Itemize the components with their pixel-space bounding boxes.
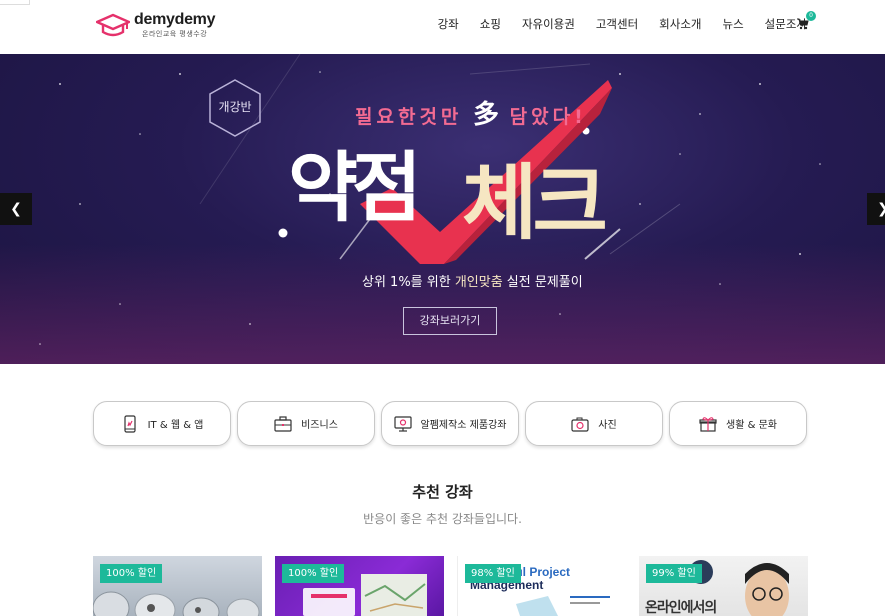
course-card-list: 100% 할인 100% 할인 98% 할인 ssful Project Man… bbox=[93, 556, 821, 616]
logo-subtitle: 온라인교육 평생수강 bbox=[142, 30, 208, 38]
chevron-left-icon: ❮ bbox=[10, 201, 22, 217]
nav-item-courses[interactable]: 강좌 bbox=[438, 16, 459, 32]
hero-title-a: 약점 bbox=[288, 143, 422, 232]
hero-prev-button[interactable]: ❮ bbox=[0, 193, 32, 225]
nav-item-about[interactable]: 회사소개 bbox=[659, 16, 701, 32]
nav-item-free-pass[interactable]: 자유이용권 bbox=[522, 16, 575, 32]
hero-subtitle-highlight: 개인맞춤 bbox=[454, 275, 503, 290]
nav-item-shopping[interactable]: 쇼핑 bbox=[480, 16, 501, 32]
corner-tab bbox=[0, 0, 30, 5]
category-photo[interactable]: 사진 bbox=[525, 401, 663, 446]
gift-icon bbox=[699, 416, 717, 432]
chevron-right-icon: ❯ bbox=[877, 201, 885, 217]
monitor-icon bbox=[393, 415, 412, 432]
hero-subtitle-b: 실전 문제풀이 bbox=[502, 275, 583, 290]
logo[interactable]: demydemy 온라인교육 평생수강 bbox=[96, 10, 216, 40]
discount-badge: 99% 할인 bbox=[646, 564, 702, 583]
category-label: 비즈니스 bbox=[301, 420, 338, 431]
mobile-icon bbox=[124, 414, 136, 433]
category-label: 생활 & 문화 bbox=[726, 420, 777, 431]
course-card[interactable]: 99% 할인 온라인에서의 bbox=[639, 556, 808, 616]
section-title: 추천 강좌 bbox=[412, 483, 473, 501]
nav-item-support[interactable]: 고객센터 bbox=[596, 16, 638, 32]
hero-title-b: 체크 bbox=[462, 156, 608, 251]
hero-subtitle-a: 상위 1%를 위한 bbox=[362, 275, 455, 290]
category-label: 사진 bbox=[598, 420, 617, 431]
cart-button[interactable]: 0 bbox=[797, 11, 817, 32]
category-alpem-products[interactable]: 알펨제작소 제품강좌 bbox=[381, 401, 519, 446]
hero-top-line-a: 필요한것만 bbox=[355, 106, 463, 128]
category-label: IT & 웹 & 앱 bbox=[147, 420, 204, 431]
hero-top-line-big: 多 bbox=[473, 100, 500, 130]
category-label: 알펨제작소 제품강좌 bbox=[420, 420, 507, 431]
hero-next-button[interactable]: ❯ bbox=[867, 193, 885, 225]
course-card[interactable]: 100% 할인 bbox=[275, 556, 444, 616]
camera-icon bbox=[571, 417, 589, 432]
category-list: IT & 웹 & 앱 비즈니스 알펨제작소 제품강좌 사진 생활 & 문화 bbox=[93, 401, 813, 446]
hero-badge-label: 개강반 bbox=[218, 100, 252, 114]
logo-name: demydemy bbox=[134, 11, 216, 28]
category-business[interactable]: 비즈니스 bbox=[237, 401, 375, 446]
discount-badge: 100% 할인 bbox=[100, 564, 163, 583]
course-card[interactable]: 100% 할인 bbox=[93, 556, 262, 616]
view-courses-button[interactable]: 강좌보러가기 bbox=[403, 307, 497, 335]
category-life-culture[interactable]: 생활 & 문화 bbox=[669, 401, 807, 446]
course-card[interactable]: 98% 할인 ssful Project Management bbox=[457, 556, 626, 616]
hero-subtitle: 상위 1%를 위한 개인맞춤 실전 문제풀이 bbox=[362, 271, 583, 290]
main-nav: 강좌 쇼핑 자유이용권 고객센터 회사소개 뉴스 설문조사 bbox=[417, 16, 807, 32]
cart-count-badge: 0 bbox=[806, 11, 816, 21]
briefcase-icon bbox=[274, 415, 292, 432]
hero-top-line-b: 담았다! bbox=[509, 106, 587, 128]
discount-badge: 98% 할인 bbox=[465, 564, 521, 583]
hero-banner[interactable]: 개강반 필요한것만 多 담았다! 약점 체크 상위 1%를 위한 개인맞춤 실전… bbox=[0, 54, 885, 364]
site-header: demydemy 온라인교육 평생수강 강좌 쇼핑 자유이용권 고객센터 회사소… bbox=[0, 0, 885, 54]
category-it-web-app[interactable]: IT & 웹 & 앱 bbox=[93, 401, 231, 446]
discount-badge: 100% 할인 bbox=[282, 564, 345, 583]
graduation-cap-icon bbox=[96, 13, 130, 37]
section-subtitle: 반응이 좋은 추천 강좌들입니다. bbox=[363, 512, 522, 526]
nav-item-news[interactable]: 뉴스 bbox=[723, 16, 744, 32]
card-thumbnail-text: 온라인에서의 bbox=[645, 600, 717, 616]
